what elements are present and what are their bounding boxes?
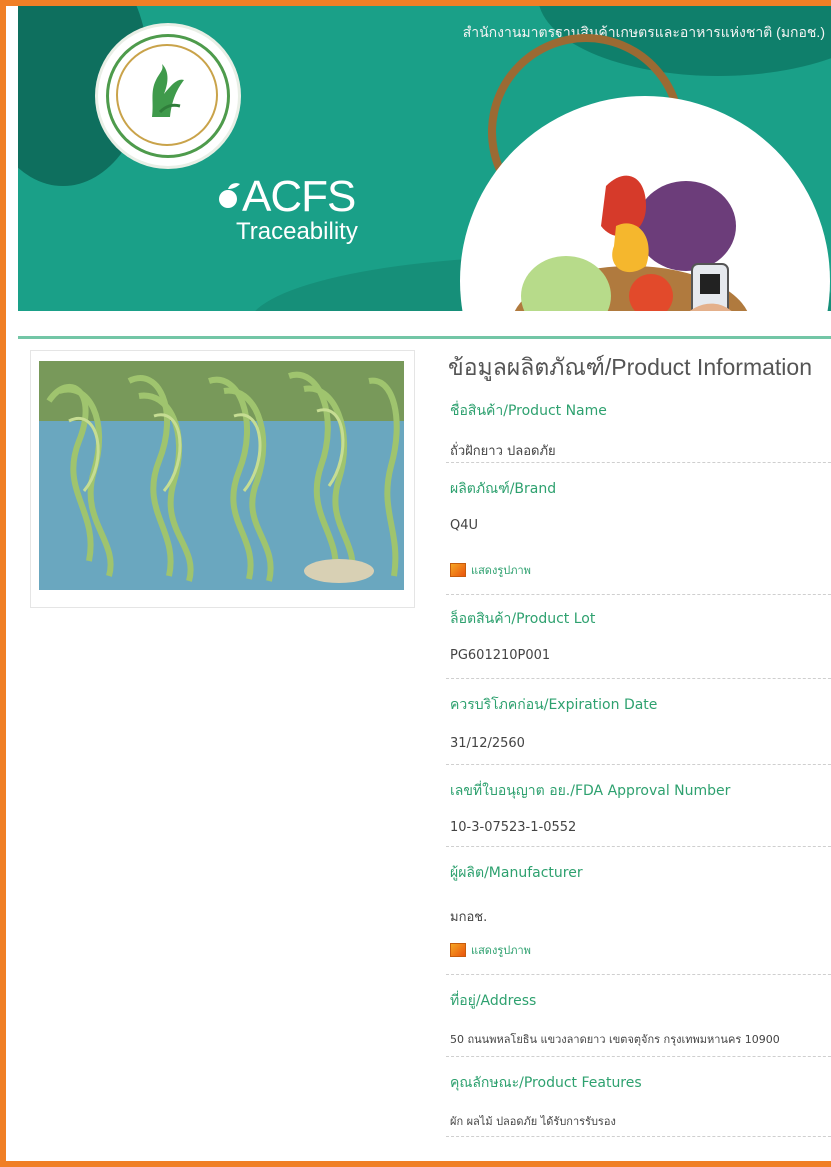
brand-title: ACFS (242, 172, 356, 221)
divider (446, 1136, 831, 1137)
fda-number-label: เลขที่ใบอนุญาต อย./FDA Approval Number (450, 783, 731, 799)
expiration-date-value: 31/12/2560 (450, 736, 525, 751)
section-title: ข้อมูลผลิตภัณฑ์/Product Information (448, 354, 812, 380)
product-features-label: คุณลักษณะ/Product Features (450, 1075, 642, 1091)
manufacturer-label: ผู้ผลิต/Manufacturer (450, 865, 583, 881)
acfs-traceability-brand: ACFS Traceability (214, 172, 384, 252)
brand-subtitle: Traceability (236, 218, 358, 245)
seal-emblem-icon (152, 64, 184, 117)
header-divider (18, 336, 831, 339)
divider (446, 594, 831, 595)
divider (446, 974, 831, 975)
fda-number-value: 10-3-07523-1-0552 (450, 820, 577, 835)
page-frame: สำนักงานมาตรฐานสินค้าเกษตรและอาหารแห่งชา… (0, 0, 831, 1167)
brand-value: Q4U (450, 518, 479, 533)
basket-illustration (514, 175, 748, 311)
manufacturer-image-link[interactable]: แสดงรูปภาพ (450, 942, 531, 958)
product-lot-value: PG601210P001 (450, 648, 551, 663)
image-icon (450, 943, 466, 957)
product-name-value: ถั่วฝักยาว ปลอดภัย (450, 444, 556, 459)
divider (446, 1056, 831, 1057)
product-name-label: ชื่อสินค้า/Product Name (450, 403, 607, 419)
header-banner: สำนักงานมาตรฐานสินค้าเกษตรและอาหารแห่งชา… (18, 6, 831, 311)
product-lot-label: ล็อตสินค้า/Product Lot (450, 611, 596, 627)
manufacturer-value: มกอช. (450, 910, 488, 925)
yardlong-bean-photo (39, 361, 404, 590)
image-icon (450, 563, 466, 577)
divider (446, 764, 831, 765)
agency-name: สำนักงานมาตรฐานสินค้าเกษตรและอาหารแห่งชา… (462, 24, 825, 40)
product-image-box (30, 350, 415, 608)
image-link-label: แสดงรูปภาพ (471, 944, 531, 957)
acfs-seal-icon[interactable] (98, 26, 238, 166)
apple-leaf-icon (219, 183, 240, 208)
divider (446, 846, 831, 847)
divider (446, 462, 831, 463)
divider (446, 678, 831, 679)
brand-image-link[interactable]: แสดงรูปภาพ (450, 562, 531, 578)
brand-label: ผลิตภัณฑ์/Brand (450, 481, 557, 497)
product-photo[interactable] (39, 361, 404, 590)
address-label: ที่อยู่/Address (450, 993, 537, 1009)
expiration-date-label: ควรบริโภคก่อน/Expiration Date (450, 697, 658, 713)
product-features-value: ผัก ผลไม้ ปลอดภัย ได้รับการรับรอง (450, 1115, 616, 1128)
image-link-label: แสดงรูปภาพ (471, 564, 531, 577)
address-value: 50 ถนนพหลโยธิน แขวงลาดยาว เขตจตุจักร กรุ… (450, 1033, 780, 1046)
